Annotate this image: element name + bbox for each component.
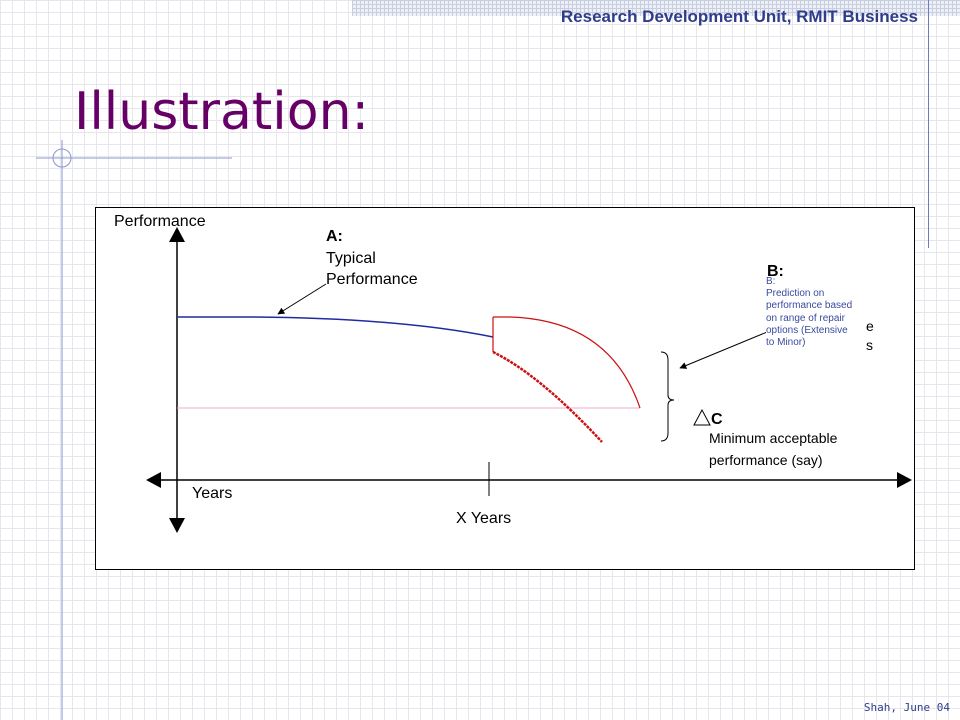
label-c-letter: C xyxy=(711,411,723,428)
x-years-label: X Years xyxy=(456,510,511,527)
label-b-partial-line1: e xyxy=(866,318,874,334)
decline-curve xyxy=(492,350,603,443)
label-c-line1: Minimum acceptable xyxy=(709,430,838,446)
label-a-line2: Performance xyxy=(326,271,418,288)
arrow-b-pointer xyxy=(679,329,773,369)
callout-b-body: Prediction on performance based on range… xyxy=(766,288,853,349)
extensive-repair-curve xyxy=(493,316,641,409)
arrow-a-pointer xyxy=(277,283,327,315)
label-a-line1: Typical xyxy=(326,250,376,267)
x-axis-label: Years xyxy=(192,485,232,502)
y-axis-label: Performance xyxy=(114,213,206,230)
performance-diagram: Performance Years X Years A: Typical Per… xyxy=(114,213,912,533)
label-c-line2: performance (say) xyxy=(709,452,823,468)
label-a-letter: A: xyxy=(326,228,343,245)
callout-b: B: Prediction on performance based on ra… xyxy=(766,276,858,350)
delta-icon xyxy=(693,408,711,426)
x-axis-arrow-left xyxy=(146,472,161,488)
typical-performance-curve xyxy=(178,316,494,338)
footer-text: Shah, June 04 xyxy=(863,701,950,714)
y-axis-arrow-down xyxy=(169,518,185,533)
range-bracket xyxy=(660,351,675,442)
label-b-partial-line2: s xyxy=(866,337,873,353)
callout-b-heading: B: xyxy=(766,276,776,287)
x-axis-arrow-right xyxy=(897,472,912,488)
